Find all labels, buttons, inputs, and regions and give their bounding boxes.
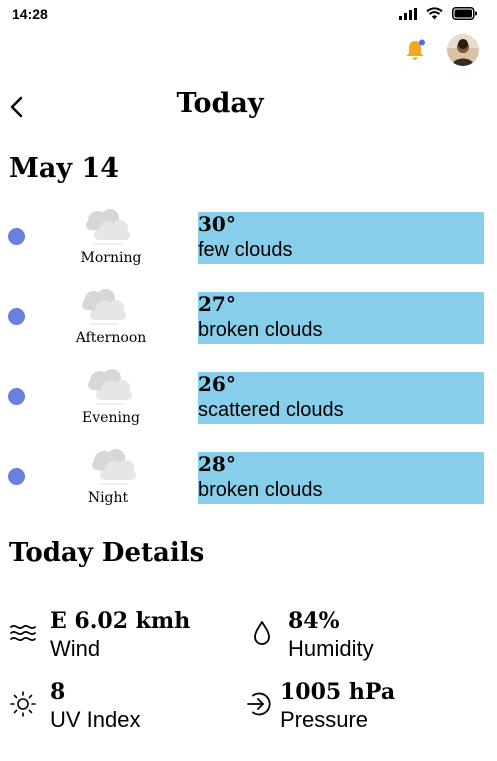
period-label: Morning [80,250,142,266]
uv-label: UV Index [50,707,141,732]
status-icons [399,7,478,20]
bell-icon[interactable] [403,38,427,62]
forecast-card-morning[interactable]: 30° few clouds [198,212,484,264]
humidity-value: 84% [288,608,340,634]
humidity-label: Humidity [288,636,374,661]
wind-icon [10,624,36,642]
afternoon-dot [8,308,25,325]
cloud-icon [86,209,130,245]
evening-dot [8,388,25,405]
forecast-temp: 28° [198,452,236,476]
forecast-desc: scattered clouds [198,399,344,421]
forecast-card-night[interactable]: 28° broken clouds [198,452,484,504]
uv-value: 8 [50,679,66,705]
wind-label: Wind [50,636,101,661]
forecast-temp: 30° [198,212,236,236]
avatar[interactable] [447,34,479,66]
period-label: Afternoon [75,330,147,346]
cloud-icon [92,449,136,485]
forecast-card-evening[interactable]: 26° scattered clouds [198,372,484,424]
details-title: Today Details [9,538,205,568]
forecast-temp: 26° [198,372,236,396]
wind-value: E 6.02 kmh [50,608,191,634]
wifi-icon [426,7,443,20]
forecast-desc: broken clouds [198,319,323,341]
pressure-label: Pressure [280,707,369,732]
period-label: Evening [82,410,140,426]
night-dot [8,468,25,485]
forecast-date: May 14 [9,153,120,184]
signal-icon [399,7,417,20]
cloud-icon [88,369,132,405]
sun-icon [10,691,36,717]
forecast-card-afternoon[interactable]: 27° broken clouds [198,292,484,344]
forecast-desc: few clouds [198,239,293,261]
battery-icon [452,7,477,20]
page-title: Today [176,88,264,119]
humidity-drop-icon [254,621,270,645]
pressure-icon [247,692,271,716]
cloud-icon [82,289,126,325]
forecast-desc: broken clouds [198,479,323,501]
period-label: Night [87,490,129,506]
forecast-temp: 27° [198,292,236,316]
pressure-value: 1005 hPa [280,679,396,705]
status-time: 14:28 [12,6,48,22]
morning-dot [8,228,25,245]
